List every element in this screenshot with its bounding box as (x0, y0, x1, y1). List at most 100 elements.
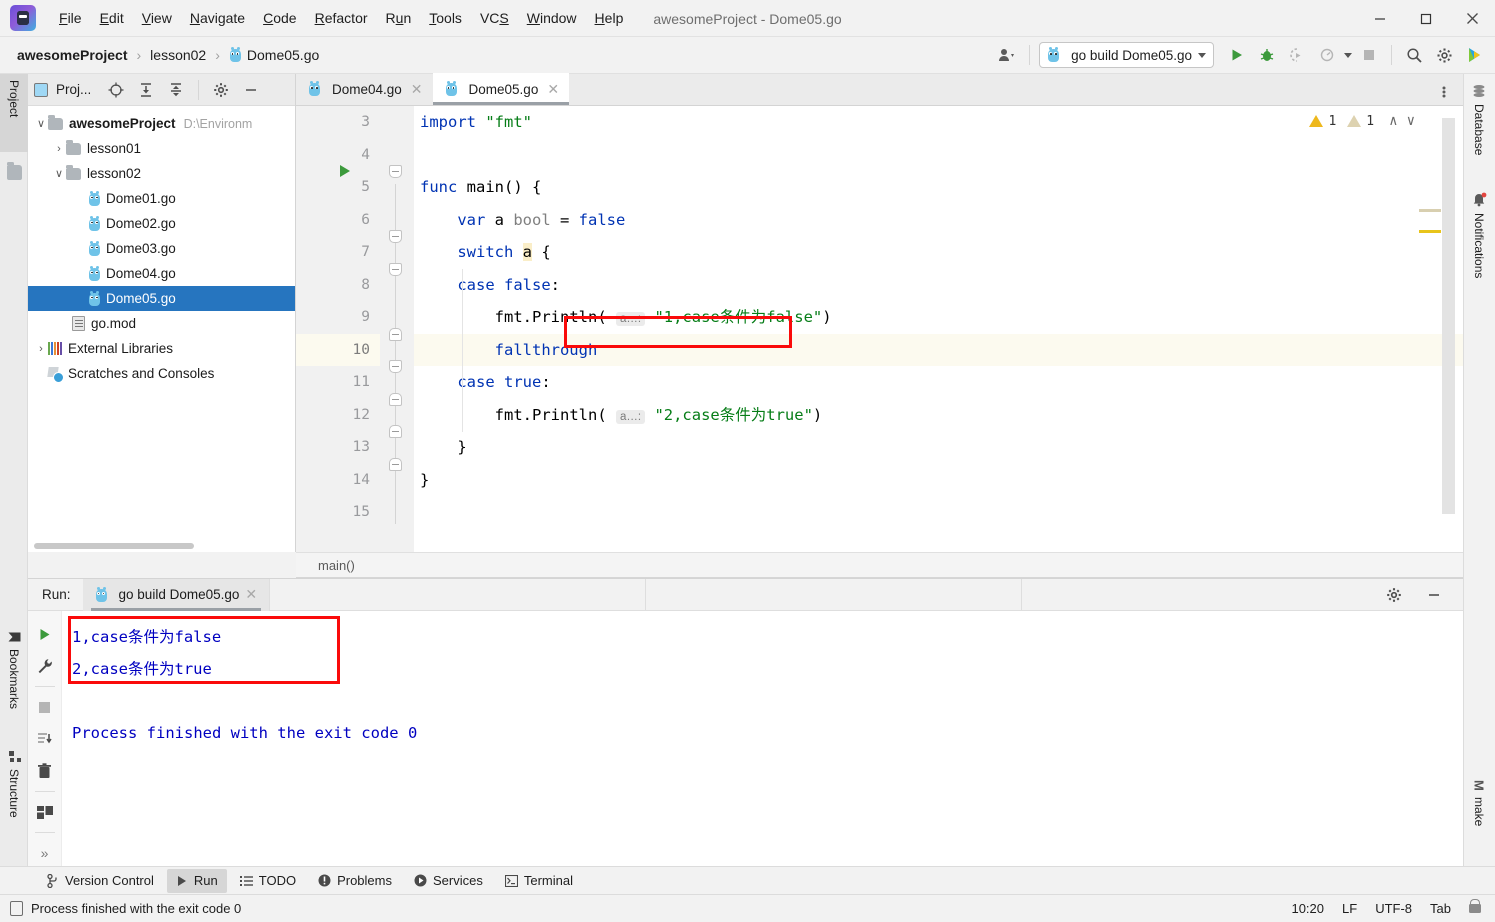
rerun-icon[interactable] (31, 619, 59, 649)
menu-item-edit[interactable]: Edit (91, 6, 133, 30)
indent-setting[interactable]: Tab (1430, 901, 1451, 916)
chevron-down-icon[interactable]: ∨ (34, 117, 48, 130)
fold-marker-case-true[interactable] (389, 360, 402, 373)
gear-icon[interactable] (208, 77, 234, 103)
bottom-tab-services[interactable]: Services (405, 869, 492, 893)
breadcrumb-project[interactable]: awesomeProject (14, 45, 131, 65)
gear-icon[interactable] (1431, 42, 1457, 68)
console-output[interactable]: 1,case条件为false 2,case条件为true Process fin… (62, 611, 1463, 871)
hide-panel-icon[interactable] (238, 77, 264, 103)
code-line-11[interactable]: case true: (414, 366, 1463, 399)
inspection-widget[interactable]: 1 1 ∧ ∨ (1309, 113, 1417, 129)
file-encoding[interactable]: UTF-8 (1375, 901, 1412, 916)
menu-item-code[interactable]: Code (254, 6, 305, 30)
editor-breadcrumb-bar[interactable]: main() (296, 552, 1463, 578)
sidebar-item-notifications[interactable]: Notifications (1463, 184, 1495, 306)
menu-item-help[interactable]: Help (586, 6, 633, 30)
warning-marker[interactable] (1419, 230, 1441, 233)
unlocked-icon[interactable] (1469, 899, 1481, 913)
chevron-right-icon[interactable]: › (52, 143, 66, 155)
tree-item-external-libraries[interactable]: › External Libraries (28, 336, 295, 361)
code-line-4[interactable] (414, 139, 1463, 172)
more-icon[interactable]: » (31, 838, 59, 868)
sidebar-item-structure[interactable]: Structure (0, 745, 28, 850)
editor-text[interactable]: import "fmt" func main() { var a bool = … (414, 106, 1463, 552)
profile-button[interactable] (1314, 42, 1340, 68)
code-line-6[interactable]: var a bool = false (414, 204, 1463, 237)
tree-item-dome01[interactable]: Dome01.go (28, 186, 295, 211)
fold-marker-line10[interactable] (389, 328, 402, 341)
editor-tab-dome05[interactable]: Dome05.go ✕ (432, 73, 570, 105)
previous-problem-icon[interactable]: ∧ (1387, 113, 1399, 129)
code-line-15[interactable] (414, 496, 1463, 529)
maximize-button[interactable] (1403, 0, 1449, 37)
close-button[interactable] (1449, 0, 1495, 37)
fold-marker-func[interactable] (389, 165, 402, 178)
code-line-10[interactable]: fallthrough (414, 333, 1463, 366)
fold-marker-switch[interactable] (389, 230, 402, 243)
code-line-12[interactable]: fmt.Println( a…: "2,case条件为true") (414, 399, 1463, 432)
minimize-icon[interactable] (1421, 582, 1447, 608)
ide-update-icon[interactable] (1461, 42, 1487, 68)
chevron-right-icon[interactable]: › (34, 343, 48, 355)
close-icon[interactable]: ✕ (245, 586, 257, 603)
caret-position[interactable]: 10:20 (1291, 901, 1324, 916)
bottom-tab-todo[interactable]: TODO (231, 869, 305, 893)
fold-marker-case-false[interactable] (389, 263, 402, 276)
run-button[interactable] (1224, 42, 1250, 68)
minimize-button[interactable] (1357, 0, 1403, 37)
profile-chevron-down-icon[interactable] (1344, 52, 1352, 58)
stop-icon[interactable] (31, 692, 59, 722)
code-line-14[interactable]: } (414, 464, 1463, 497)
sidebar-item-database[interactable]: Database (1463, 76, 1495, 172)
bottom-tab-problems[interactable]: Problems (309, 869, 401, 893)
code-line-13[interactable]: } (414, 431, 1463, 464)
fold-marker-line12[interactable] (389, 393, 402, 406)
code-line-3[interactable]: import "fmt" (414, 106, 1463, 139)
code-line-8[interactable]: case false: (414, 269, 1463, 302)
run-with-coverage-button[interactable] (1284, 42, 1310, 68)
locate-icon[interactable] (103, 77, 129, 103)
editor-breadcrumb-main[interactable]: main() (318, 558, 355, 573)
tree-item-awesomeproject[interactable]: ∨ awesomeProject D:\Environm (28, 111, 295, 136)
menu-item-tools[interactable]: Tools (420, 6, 471, 30)
editor-tab-dome04[interactable]: Dome04.go ✕ (296, 73, 433, 105)
breadcrumb-file[interactable]: Dome05.go (226, 45, 322, 65)
search-icon[interactable] (1401, 42, 1427, 68)
trash-icon[interactable] (31, 756, 59, 786)
next-problem-icon[interactable]: ∨ (1405, 113, 1417, 129)
menu-item-view[interactable]: View (133, 6, 181, 30)
debug-button[interactable] (1254, 42, 1280, 68)
weak-warning-marker[interactable] (1419, 209, 1441, 212)
breadcrumb-folder[interactable]: lesson02 (147, 45, 209, 65)
soft-wrap-icon[interactable] (31, 724, 59, 754)
wrench-icon[interactable] (31, 651, 59, 681)
sidebar-item-make[interactable]: M make (1463, 772, 1495, 856)
fold-marker-line13[interactable] (389, 425, 402, 438)
menu-item-vcs[interactable]: VCS (471, 6, 518, 30)
sidebar-item-commit[interactable] (0, 156, 28, 182)
menu-item-refactor[interactable]: Refactor (306, 6, 377, 30)
chevron-down-icon[interactable]: ∨ (52, 167, 66, 180)
tree-item-dome02[interactable]: Dome02.go (28, 211, 295, 236)
stop-button[interactable] (1356, 42, 1382, 68)
project-horizontal-scrollbar[interactable] (34, 543, 194, 549)
tree-item-dome05[interactable]: Dome05.go (28, 286, 295, 311)
account-icon[interactable] (994, 42, 1020, 68)
code-editor[interactable]: 3 4 5 6 7 8 9 10 11 12 13 14 15 import "… (296, 106, 1463, 552)
menu-item-file[interactable]: File (50, 6, 91, 30)
expand-all-icon[interactable] (133, 77, 159, 103)
collapse-all-icon[interactable] (163, 77, 189, 103)
run-gutter-icon[interactable] (340, 165, 350, 177)
bottom-tab-version-control[interactable]: Version Control (38, 869, 163, 893)
sidebar-item-bookmarks[interactable]: Bookmarks (0, 624, 28, 740)
editor-scrollbar[interactable] (1442, 118, 1455, 514)
tree-item-gomod[interactable]: go.mod (28, 311, 295, 336)
close-icon[interactable]: ✕ (411, 81, 423, 98)
bottom-tab-run[interactable]: Run (166, 868, 227, 893)
close-icon[interactable]: ✕ (547, 81, 559, 98)
sidebar-item-project[interactable]: Project (0, 74, 28, 152)
run-tab-go-build[interactable]: go build Dome05.go ✕ (82, 578, 270, 611)
fold-marker-line14[interactable] (389, 458, 402, 471)
line-separator[interactable]: LF (1342, 901, 1357, 916)
